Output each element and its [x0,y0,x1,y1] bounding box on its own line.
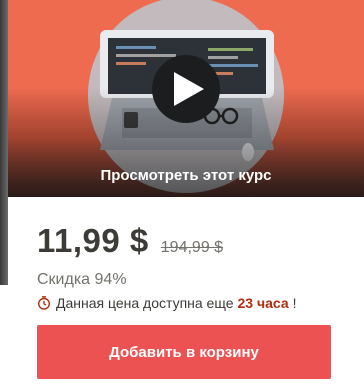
play-icon [174,72,204,106]
original-price: 194,99 $ [160,239,224,256]
timer-suffix: ! [292,295,297,311]
course-preview[interactable]: Просмотреть этот курс [8,0,364,197]
preview-course-label[interactable]: Просмотреть этот курс [8,167,364,184]
play-button[interactable] [152,55,220,123]
price-timer: Данная цена доступна еще 23 часа ! [37,295,297,311]
alarm-clock-icon [37,296,51,310]
discount-percent: Скидка 94% [37,271,127,288]
page-edge-shadow [0,0,8,285]
current-price: 11,99 $ [37,222,149,259]
price-row: 11,99 $ 194,99 $ [37,222,223,260]
timer-text: Данная цена доступна еще [56,295,234,311]
add-to-cart-button[interactable]: Добавить в корзину [37,325,331,379]
timer-hours: 23 часа [237,295,289,311]
